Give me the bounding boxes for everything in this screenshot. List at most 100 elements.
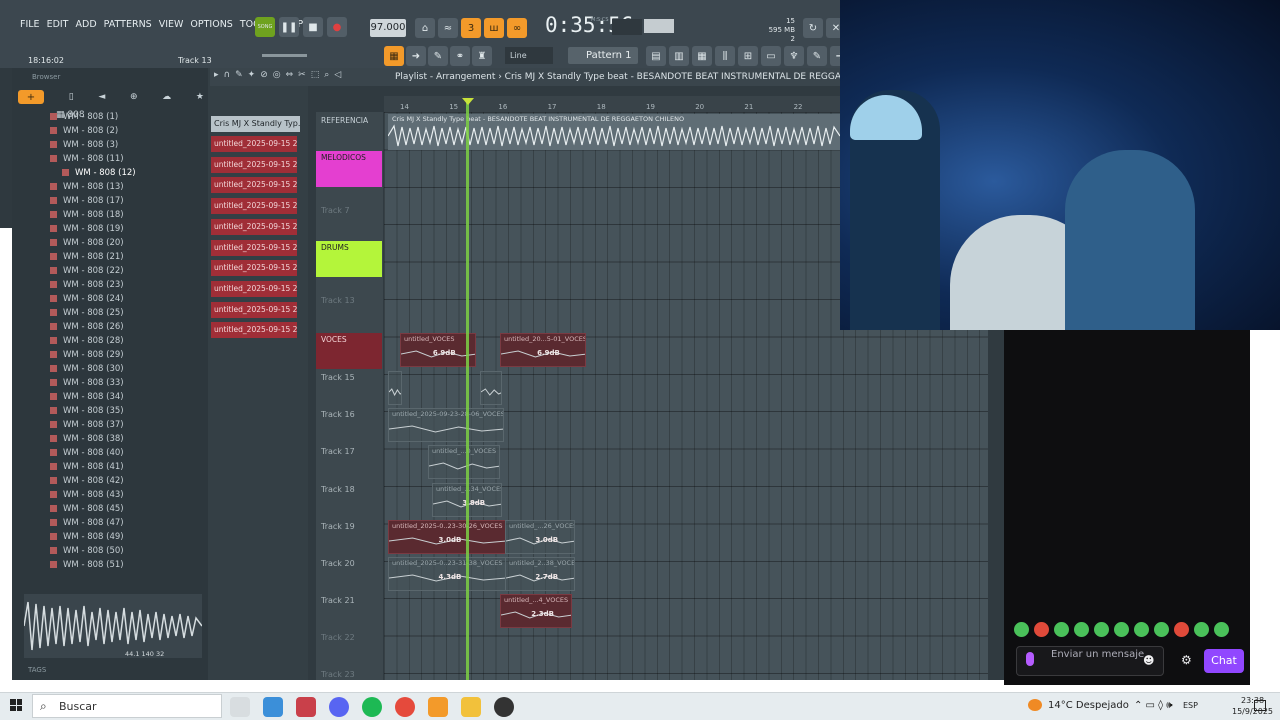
emoji-icon[interactable]: ☻ bbox=[1143, 654, 1154, 667]
audio-clip[interactable]: untitled_...26_VOCES 3.0dB bbox=[505, 520, 575, 554]
track-header[interactable]: Track 7 bbox=[316, 206, 383, 215]
emote-icon[interactable] bbox=[1054, 622, 1069, 637]
zoom-icon[interactable]: ⌕ bbox=[324, 70, 329, 80]
browser-item[interactable]: WM - 808 (41) bbox=[50, 460, 208, 474]
track-header[interactable]: Track 23 bbox=[316, 670, 383, 679]
file-icon[interactable]: ▭ bbox=[761, 46, 781, 66]
channel-item-reference[interactable]: Cris MJ X Standly Typ... bbox=[211, 116, 300, 132]
emote-icon[interactable] bbox=[1094, 622, 1109, 637]
loop-record-icon[interactable]: ∞ bbox=[507, 18, 527, 38]
gear-icon[interactable]: ⚙ bbox=[1181, 653, 1192, 667]
browser-item[interactable]: WM - 808 (21) bbox=[50, 250, 208, 264]
slip-icon[interactable]: ⇔ bbox=[286, 70, 294, 80]
emote-icon[interactable] bbox=[1174, 622, 1189, 637]
mute-icon[interactable]: ◎ bbox=[273, 70, 281, 80]
chat-input[interactable]: Enviar un mensaje bbox=[1016, 646, 1164, 676]
audio-clip[interactable]: untitled_2025-0..23-31-38_VOCES 4.3dB bbox=[388, 557, 506, 591]
emote-icon[interactable] bbox=[1154, 622, 1169, 637]
playlist-icon[interactable]: ▤ bbox=[646, 46, 666, 66]
browser-item[interactable]: WM - 808 (2) bbox=[50, 124, 208, 138]
browser-item[interactable]: WM - 808 (51) bbox=[50, 558, 208, 572]
channel-item[interactable]: untitled_2025-09-15 23-... bbox=[211, 218, 297, 235]
stamp-icon[interactable]: ♜ bbox=[472, 46, 492, 66]
channel-item[interactable]: untitled_2025-09-15 23-... bbox=[211, 280, 297, 297]
song-mode-button[interactable]: SONG bbox=[255, 17, 275, 37]
audio-clip[interactable]: untitled_...0_VOCES bbox=[428, 445, 500, 479]
channel-item[interactable]: untitled_2025-09-15 23-... bbox=[211, 198, 297, 215]
emote-icon[interactable] bbox=[1194, 622, 1209, 637]
browser-item[interactable]: WM - 808 (25) bbox=[50, 306, 208, 320]
track-header[interactable]: Track 17 bbox=[316, 447, 383, 456]
menu-edit[interactable]: EDIT bbox=[47, 19, 69, 37]
arrow-right-icon[interactable]: ➜ bbox=[406, 46, 426, 66]
pen-icon[interactable]: ✎ bbox=[807, 46, 827, 66]
media-icon[interactable] bbox=[296, 697, 316, 717]
channel-item[interactable]: untitled_2025-09-15 23-... bbox=[211, 301, 297, 318]
browser-item[interactable]: WM - 808 (50) bbox=[50, 544, 208, 558]
browser-item[interactable]: WM - 808 (47) bbox=[50, 516, 208, 530]
weather-text[interactable]: 14°C Despejado bbox=[1048, 700, 1129, 711]
tray-icons[interactable]: ⌃ ▭ ◊ 🕪 bbox=[1134, 700, 1173, 711]
menu-options[interactable]: OPTIONS bbox=[190, 19, 232, 37]
channel-item[interactable]: untitled_2025-09-15 23-... bbox=[211, 239, 297, 256]
browser-item[interactable]: WM - 808 (20) bbox=[50, 236, 208, 250]
emote-icon[interactable] bbox=[1074, 622, 1089, 637]
blend-icon[interactable]: ш bbox=[484, 18, 504, 38]
track-header[interactable]: Track 21 bbox=[316, 596, 383, 605]
emote-icon[interactable] bbox=[1134, 622, 1149, 637]
playhead[interactable] bbox=[466, 100, 469, 680]
chrome-icon[interactable] bbox=[395, 697, 415, 717]
stop-icon[interactable]: ■ bbox=[303, 17, 323, 37]
spotify-icon[interactable] bbox=[362, 697, 382, 717]
menu-view[interactable]: VIEW bbox=[159, 19, 184, 37]
mixer-icon[interactable]: ⫼ bbox=[715, 46, 735, 66]
select-icon[interactable]: ⬚ bbox=[311, 70, 320, 80]
track-header[interactable]: Track 18 bbox=[316, 485, 383, 494]
snap-selector[interactable]: Line bbox=[505, 47, 553, 64]
language-indicator[interactable]: ESP bbox=[1183, 701, 1198, 710]
track-header[interactable]: MELODICOS bbox=[316, 153, 383, 162]
menu-add[interactable]: ADD bbox=[76, 19, 97, 37]
system-clock[interactable]: 23:38 15/9/2025 bbox=[1232, 695, 1273, 717]
browser-item[interactable]: WM - 808 (26) bbox=[50, 320, 208, 334]
audio-clip[interactable]: untitled_...4_VOCES 2.3dB bbox=[500, 594, 572, 628]
browser-item[interactable]: WM - 808 (19) bbox=[50, 222, 208, 236]
track-header[interactable]: VOCES bbox=[316, 335, 383, 344]
task-view-icon[interactable] bbox=[230, 697, 250, 717]
pause-icon[interactable]: ❚❚ bbox=[279, 17, 299, 37]
browser-item[interactable]: WM - 808 (45) bbox=[50, 502, 208, 516]
browser-item[interactable]: WM - 808 (24) bbox=[50, 292, 208, 306]
audio-clip[interactable]: untitled_2025-0..23-30-26_VOCES 3.0dB bbox=[388, 520, 506, 554]
track-header[interactable]: Track 16 bbox=[316, 410, 383, 419]
reference-clip[interactable]: Cris MJ X Standly Type beat - BESANDOTE … bbox=[388, 114, 840, 150]
pencil-icon[interactable]: ✎ bbox=[428, 46, 448, 66]
audio-clip[interactable] bbox=[480, 371, 502, 405]
taskbar-search[interactable]: Buscar bbox=[32, 694, 222, 718]
browser-item[interactable]: WM - 808 (13) bbox=[50, 180, 208, 194]
mic-icon[interactable] bbox=[1026, 652, 1034, 666]
channel-item[interactable]: untitled_2025-09-15 23-... bbox=[211, 260, 297, 277]
audio-clip[interactable] bbox=[388, 371, 402, 405]
browser-icon[interactable]: ⊞ bbox=[738, 46, 758, 66]
playhead-marker-icon[interactable] bbox=[462, 98, 474, 105]
channel-rack-icon[interactable]: ▦ bbox=[692, 46, 712, 66]
delete-icon[interactable]: ⊘ bbox=[260, 70, 268, 80]
play-arrow-icon[interactable]: ▸ bbox=[214, 70, 219, 80]
audio-clip[interactable]: untitled_2..38_VOCES 2.7dB bbox=[505, 557, 575, 591]
fl-studio-icon[interactable] bbox=[428, 697, 448, 717]
emote-icon[interactable] bbox=[1014, 622, 1029, 637]
step-seq-icon[interactable]: ▦ bbox=[384, 46, 404, 66]
track-header[interactable]: DRUMS bbox=[316, 243, 383, 252]
browser-item[interactable]: WM - 808 (37) bbox=[50, 418, 208, 432]
draw-icon[interactable]: ✎ bbox=[235, 70, 243, 80]
slice-icon[interactable]: ✂ bbox=[298, 70, 306, 80]
channel-item[interactable]: untitled_2025-09-15 23-... bbox=[211, 322, 297, 339]
plugin-tab-icon[interactable]: ◄ bbox=[98, 92, 105, 102]
chat-button[interactable]: Chat bbox=[1204, 649, 1244, 673]
browser-item[interactable]: WM - 808 (29) bbox=[50, 348, 208, 362]
browser-item[interactable]: WM - 808 (33) bbox=[50, 376, 208, 390]
browser-item[interactable]: WM - 808 (40) bbox=[50, 446, 208, 460]
browser-item[interactable]: WM - 808 (42) bbox=[50, 474, 208, 488]
wait-icon[interactable]: ≈ bbox=[438, 18, 458, 38]
countdown-icon[interactable]: 3 bbox=[461, 18, 481, 38]
